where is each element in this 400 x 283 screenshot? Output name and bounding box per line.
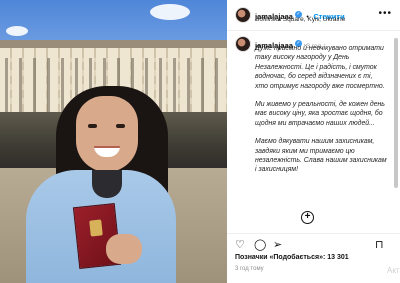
- award-emblem: [89, 219, 103, 237]
- post-photo[interactable]: [0, 0, 227, 283]
- instagram-post-dialog: jamalajaaa ✓ • Стежити Sofiivska Square, …: [0, 0, 400, 283]
- caption-avatar[interactable]: [235, 36, 251, 52]
- caption-scrollbar[interactable]: [394, 38, 398, 188]
- activate-windows-watermark: Акт: [387, 266, 400, 275]
- post-header: jamalajaaa ✓ • Стежити Sofiivska Square, …: [227, 0, 400, 31]
- caption-paragraph: Дуже приємно й неочікувано отримати таку…: [255, 45, 385, 90]
- heart-icon[interactable]: ♡: [235, 239, 245, 251]
- woman-face: [76, 96, 138, 172]
- eye: [116, 124, 125, 128]
- post-side-panel: jamalajaaa ✓ • Стежити Sofiivska Square, …: [227, 0, 400, 283]
- caption-area: jamalajaaa ✓ 3 год. Дуже приємно й неочік…: [227, 31, 392, 229]
- action-bar: ♡ ◯ ➢ ⊓: [227, 233, 400, 254]
- bookmark-icon[interactable]: ⊓: [375, 239, 384, 251]
- caption-paragraph: Ми живемо у реальності, де кожен день ма…: [255, 101, 385, 127]
- likes-count[interactable]: Позначки «Подобається»: 13 301: [235, 254, 349, 261]
- post-location[interactable]: Sofiivska Square, Kyiv, Ukraine: [255, 16, 345, 23]
- more-options-icon[interactable]: •••: [378, 8, 392, 19]
- caption-paragraph: Маємо дякувати нашим захисникам, завдяки…: [255, 138, 387, 174]
- cloud: [150, 4, 190, 20]
- caption-text: Дуже приємно й неочікувано отримати таку…: [255, 44, 387, 184]
- eye: [88, 124, 97, 128]
- author-avatar[interactable]: [235, 7, 251, 23]
- cloud: [6, 26, 28, 36]
- send-icon[interactable]: ➢: [273, 239, 282, 251]
- woman-hand: [106, 234, 142, 264]
- post-time-ago: 3 год тому: [235, 266, 264, 272]
- comment-icon[interactable]: ◯: [254, 239, 266, 251]
- plus-circle-icon[interactable]: +: [301, 211, 314, 224]
- jacket-collar: [92, 170, 122, 198]
